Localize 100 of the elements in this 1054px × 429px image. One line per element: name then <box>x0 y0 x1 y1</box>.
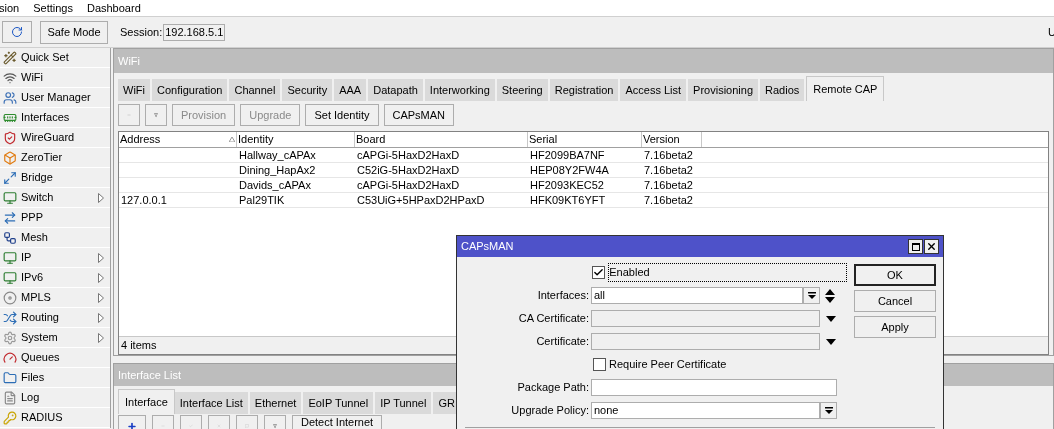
safe-mode-button[interactable]: Safe Mode <box>40 20 108 44</box>
table-cell-text: HF2093KEC52 <box>529 178 605 192</box>
tab[interactable]: Steering <box>496 79 550 101</box>
sidebar-item[interactable]: System <box>0 328 110 348</box>
dialog-button[interactable]: OK <box>854 264 936 286</box>
field-label: Upgrade Policy: <box>510 403 590 419</box>
shield-icon <box>3 130 17 145</box>
dropdown-button[interactable] <box>803 287 820 304</box>
sidebar-item[interactable]: PPP <box>0 208 110 228</box>
toolbar-button[interactable]: CAPsMAN <box>383 104 455 126</box>
sidebar-item[interactable]: RADIUS <box>0 408 110 428</box>
menu-item[interactable]: Dashboard <box>86 0 141 17</box>
sidebar-item[interactable]: Switch <box>0 188 110 208</box>
table-cell-text: Davids_cAPAx <box>238 178 312 192</box>
column-header[interactable]: Board <box>355 132 528 147</box>
checkbox-label: Enabled <box>608 263 847 282</box>
monitor-icon <box>3 190 17 205</box>
table-cell-text: 7.16beta2 <box>643 163 694 177</box>
tab[interactable]: IP Tunnel <box>375 392 434 414</box>
dialog-button[interactable]: Apply <box>854 316 936 338</box>
sidebar-item[interactable]: Files <box>0 368 110 388</box>
dialog-title: CAPsMAN <box>461 239 514 255</box>
session-label: Session: <box>120 24 163 40</box>
input-field[interactable]: none <box>591 402 820 419</box>
sidebar-item[interactable]: ZeroTier <box>0 148 110 168</box>
dropdown-arrow-icon[interactable] <box>826 338 836 345</box>
input-field[interactable]: all <box>591 287 803 304</box>
tab[interactable]: Interworking <box>424 79 497 101</box>
monitor-icon <box>3 270 17 285</box>
input-field[interactable] <box>591 379 837 396</box>
check-icon <box>593 267 605 278</box>
sidebar-item[interactable]: IP <box>0 248 110 268</box>
table-cell-text: 7.16beta2 <box>643 193 694 207</box>
checkbox[interactable] <box>592 266 606 279</box>
dropdown-arrow-icon[interactable] <box>826 315 836 322</box>
box-icon <box>3 150 17 165</box>
monitor-icon <box>3 250 17 265</box>
toolbar-button[interactable]: Set Identity <box>305 104 379 126</box>
refresh-button[interactable] <box>2 21 32 43</box>
close-icon <box>926 241 937 252</box>
tab[interactable]: Datapath <box>368 79 425 101</box>
sidebar-item[interactable]: Bridge <box>0 168 110 188</box>
table-cell-text: 7.16beta2 <box>643 178 694 192</box>
sidebar-item[interactable]: IPv6 <box>0 268 110 288</box>
tab[interactable]: AAA <box>334 79 369 101</box>
tab[interactable]: Access List <box>620 79 689 101</box>
menu-item[interactable]: Settings <box>33 0 73 17</box>
column-header[interactable]: Serial <box>528 132 642 147</box>
dropdown-button[interactable] <box>820 402 837 419</box>
tab[interactable]: Registration <box>549 79 621 101</box>
document-icon <box>3 390 17 405</box>
sidebar-item[interactable]: Routing <box>0 308 110 328</box>
tab[interactable]: Provisioning <box>688 79 760 101</box>
tab[interactable]: Interface <box>118 389 175 414</box>
table-cell-text: HFK09KT6YFT <box>529 193 607 207</box>
table-cell-text: Pal29TIK <box>238 193 286 207</box>
input-field[interactable] <box>591 310 820 327</box>
sidebar-item[interactable]: MPLS <box>0 288 110 308</box>
sidebar-item[interactable]: Log <box>0 388 110 408</box>
up-down-arrows-icon[interactable] <box>825 288 835 303</box>
network-icon <box>3 230 17 245</box>
folder-icon <box>3 370 17 385</box>
sidebar-item[interactable]: Mesh <box>0 228 110 248</box>
tab[interactable]: Interface List <box>174 392 250 414</box>
column-header[interactable]: Version <box>642 132 702 147</box>
column-header[interactable]: Address <box>119 132 237 147</box>
sidebar-item[interactable]: User Manager <box>0 88 110 108</box>
tab[interactable]: Channel <box>229 79 283 101</box>
session-field[interactable]: 192.168.5.1 <box>163 23 226 41</box>
sidebar-item[interactable]: WiFi <box>0 68 110 88</box>
field-label: CA Certificate: <box>517 311 590 327</box>
arrows-icon <box>3 210 17 225</box>
maximize-button[interactable] <box>908 239 923 254</box>
tab[interactable]: Security <box>282 79 335 101</box>
checkbox[interactable] <box>593 358 606 371</box>
expand-arrows-icon <box>3 170 17 185</box>
table-cell-text: Hallway_cAPAx <box>238 148 317 162</box>
sidebar-item[interactable]: Interfaces <box>0 108 110 128</box>
menu-item[interactable]: sion <box>0 0 20 17</box>
table-cell-text: cAPGi-5HaxD2HaxD <box>356 148 461 162</box>
input-field[interactable] <box>591 333 820 350</box>
field-label: Interfaces: <box>536 288 590 304</box>
tab[interactable]: Ethernet <box>249 392 304 414</box>
tab[interactable]: Configuration <box>152 79 230 101</box>
dialog-button[interactable]: Cancel <box>854 290 936 312</box>
tab[interactable]: EoIP Tunnel <box>303 392 376 414</box>
tab[interactable]: Remote CAP <box>806 76 885 101</box>
close-button[interactable] <box>924 239 939 254</box>
sidebar-item[interactable]: WireGuard <box>0 128 110 148</box>
detect-internet-button[interactable]: Detect Internet <box>292 415 383 429</box>
sidebar-item[interactable]: Quick Set <box>0 48 110 68</box>
key-icon <box>3 410 17 425</box>
shuffle-icon <box>3 310 17 325</box>
disc-icon <box>3 290 17 305</box>
column-header[interactable]: Identity <box>237 132 355 147</box>
sidebar-item[interactable]: Queues <box>0 348 110 368</box>
tab[interactable]: Radios <box>760 79 807 101</box>
table-cell-text: C52iG-5HaxD2HaxD <box>356 163 461 177</box>
tab[interactable]: WiFi <box>118 79 152 101</box>
table-cell-text: 127.0.0.1 <box>120 193 168 207</box>
